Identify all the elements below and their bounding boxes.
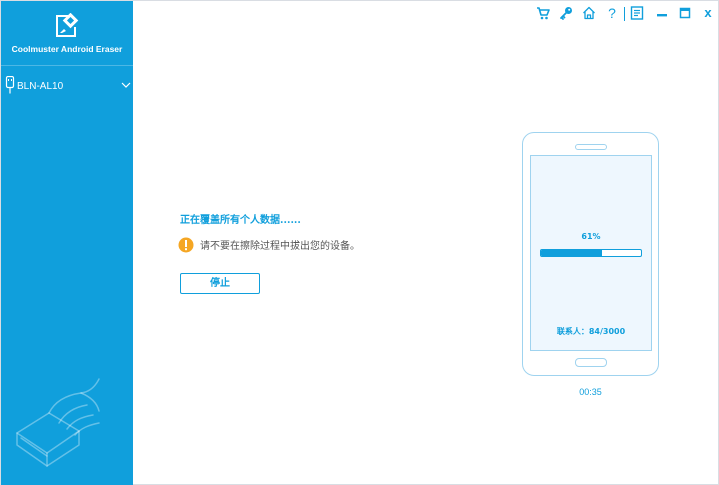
warning-message: 请不要在擦除过程中拔出您的设备。 xyxy=(200,241,360,252)
phone-speaker xyxy=(575,144,607,150)
status-title: 正在覆盖所有个人数据...... xyxy=(180,215,301,226)
phone-home-button xyxy=(575,358,607,367)
progress-percent: 61% xyxy=(581,232,601,241)
key-icon[interactable] xyxy=(558,5,574,21)
logo-area: Coolmuster Android Eraser xyxy=(1,1,133,65)
elapsed-time: 00:35 xyxy=(579,387,602,397)
contacts-progress: 联系人：84/3000 xyxy=(556,327,626,336)
toolbar-separator xyxy=(624,7,625,21)
app-window: Coolmuster Android Eraser BLN-AL10 ? x 正… xyxy=(0,0,719,485)
device-selector[interactable]: BLN-AL10 xyxy=(1,71,133,103)
feedback-icon[interactable] xyxy=(629,5,645,21)
app-logo-icon xyxy=(56,13,79,37)
progress-fill xyxy=(541,250,602,256)
minimize-icon[interactable] xyxy=(654,5,670,21)
device-name: BLN-AL10 xyxy=(17,81,64,92)
help-icon[interactable]: ? xyxy=(604,5,620,21)
eraser-hand-illustration xyxy=(16,378,100,467)
app-name: Coolmuster Android Eraser xyxy=(11,44,123,54)
chevron-down-icon[interactable] xyxy=(121,81,131,89)
phone-illustration: 61% 联系人：84/3000 xyxy=(522,132,659,376)
sidebar: Coolmuster Android Eraser BLN-AL10 xyxy=(1,1,133,485)
home-icon[interactable] xyxy=(581,5,597,21)
cart-icon[interactable] xyxy=(535,5,551,21)
usb-phone-icon xyxy=(5,76,15,94)
warning-icon xyxy=(178,237,194,253)
progress-bar xyxy=(540,249,642,257)
phone-screen: 61% 联系人：84/3000 xyxy=(530,155,652,351)
close-icon[interactable]: x xyxy=(700,5,716,21)
sidebar-divider xyxy=(1,65,133,66)
maximize-icon[interactable] xyxy=(677,5,693,21)
stop-button[interactable]: 停止 xyxy=(180,273,260,294)
